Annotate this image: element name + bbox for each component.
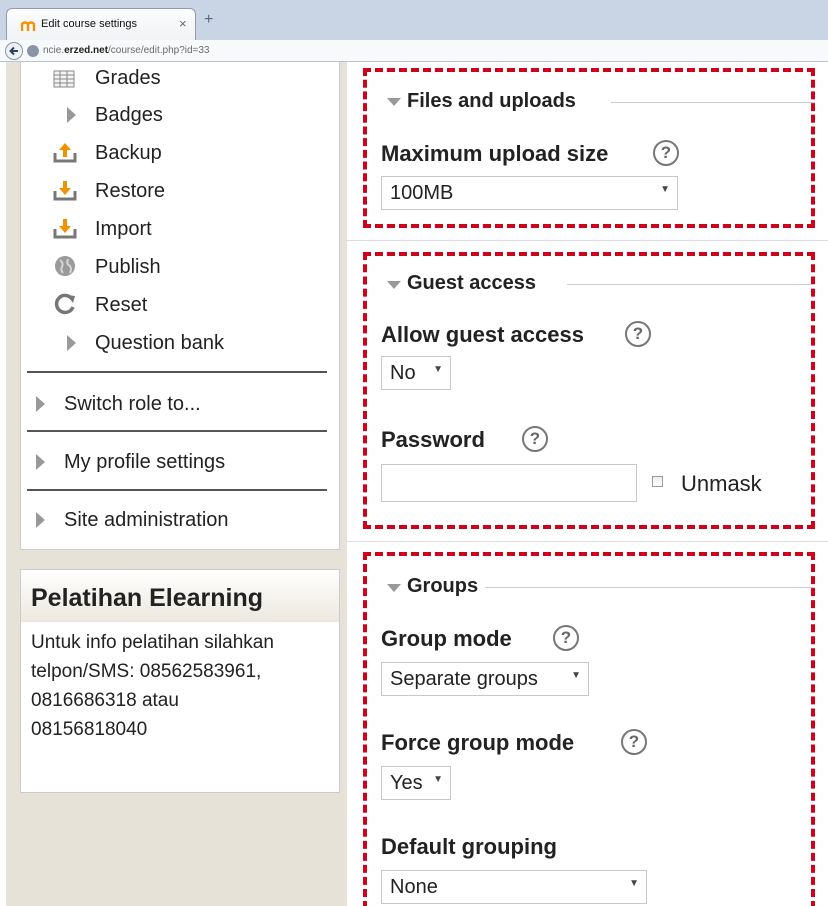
select-value: None <box>390 876 438 898</box>
label-maximum-upload-size: Maximum upload size <box>381 141 609 166</box>
back-button[interactable] <box>5 42 23 60</box>
select-value: Yes <box>390 772 423 794</box>
info-line: 08156818040 <box>31 719 148 740</box>
section-groups: Groups Group mode ? Separate groups ▼ Fo… <box>363 552 815 906</box>
section-guest-access: Guest access Allow guest access ? No ▼ P… <box>363 252 815 529</box>
browser-tabstrip: Edit course settings × + <box>0 0 828 40</box>
section-files-and-uploads: Files and uploads Maximum upload size ? … <box>363 68 815 228</box>
collapse-triangle-icon[interactable] <box>387 98 401 106</box>
collapse-triangle-icon[interactable] <box>387 281 401 289</box>
back-arrow-icon <box>9 46 18 56</box>
sidebar-section-my-profile-settings[interactable]: My profile settings <box>64 451 225 474</box>
info-block-header: Pelatihan Elearning <box>21 570 339 622</box>
tab-title: Edit course settings <box>41 18 137 30</box>
globe-icon <box>55 256 75 276</box>
download-icon <box>53 219 77 239</box>
divider <box>27 371 327 373</box>
select-maximum-upload-size[interactable]: 100MB ▼ <box>381 176 678 210</box>
sidebar-item-restore[interactable]: Restore <box>95 180 165 203</box>
site-identity-icon[interactable] <box>27 45 39 57</box>
select-value: 100MB <box>390 182 454 204</box>
sidebar-section-switch-role[interactable]: Switch role to... <box>64 393 201 416</box>
chevron-down-icon: ▼ <box>571 670 581 681</box>
legend-groups[interactable]: Groups <box>407 575 478 598</box>
info-line: Untuk info pelatihan silahkan <box>31 632 274 653</box>
chevron-down-icon: ▼ <box>629 878 639 889</box>
sidebar-item-publish[interactable]: Publish <box>95 256 161 279</box>
left-column: Grades Badges Backup Restore Import Publ… <box>6 62 347 906</box>
url-text[interactable]: ncie.erzed.net/course/edit.php?id=33 <box>43 45 210 56</box>
password-field[interactable] <box>381 464 637 502</box>
legend-rule <box>567 284 815 285</box>
select-value: No <box>390 362 416 384</box>
reset-icon <box>54 293 75 315</box>
divider <box>347 541 828 542</box>
expand-triangle-icon[interactable] <box>67 335 76 351</box>
grades-table-icon <box>53 70 75 88</box>
label-password: Password <box>381 427 485 452</box>
select-allow-guest-access[interactable]: No ▼ <box>381 356 451 390</box>
address-bar[interactable]: ncie.erzed.net/course/edit.php?id=33 <box>0 40 828 62</box>
select-default-grouping[interactable]: None ▼ <box>381 870 647 904</box>
info-line: 0816686318 atau <box>31 690 179 711</box>
sidebar-item-grades[interactable]: Grades <box>95 67 161 90</box>
upload-icon <box>53 143 77 163</box>
divider <box>27 430 327 432</box>
course-settings-form: Files and uploads Maximum upload size ? … <box>347 62 828 906</box>
select-force-group-mode[interactable]: Yes ▼ <box>381 766 451 800</box>
legend-files-and-uploads[interactable]: Files and uploads <box>407 90 576 113</box>
legend-rule <box>485 587 815 588</box>
sidebar-item-badges[interactable]: Badges <box>95 104 163 127</box>
browser-tab[interactable]: Edit course settings × <box>6 8 196 40</box>
chevron-down-icon: ▼ <box>433 364 443 375</box>
chevron-down-icon: ▼ <box>433 774 443 785</box>
label-group-mode: Group mode <box>381 626 512 651</box>
sidebar-item-backup[interactable]: Backup <box>95 142 162 165</box>
collapse-triangle-icon[interactable] <box>387 584 401 592</box>
unmask-checkbox[interactable] <box>652 476 663 487</box>
label-allow-guest-access: Allow guest access <box>381 322 584 347</box>
help-icon[interactable]: ? <box>522 426 548 452</box>
sidebar-section-site-administration[interactable]: Site administration <box>64 509 229 532</box>
info-block-text: Untuk info pelatihan silahkan telpon/SMS… <box>31 628 331 744</box>
label-unmask[interactable]: Unmask <box>681 471 762 497</box>
new-tab-icon[interactable]: + <box>204 11 213 29</box>
expand-triangle-icon[interactable] <box>36 512 45 528</box>
chevron-down-icon: ▼ <box>660 184 670 195</box>
legend-rule <box>611 102 815 103</box>
help-icon[interactable]: ? <box>625 321 651 347</box>
info-line: telpon/SMS: 08562583961, <box>31 661 262 682</box>
info-block-title: Pelatihan Elearning <box>31 584 264 612</box>
help-icon[interactable]: ? <box>621 729 647 755</box>
tab-close-icon[interactable]: × <box>179 16 187 31</box>
moodle-favicon-icon <box>21 21 36 31</box>
sidebar-item-import[interactable]: Import <box>95 218 152 241</box>
select-group-mode[interactable]: Separate groups ▼ <box>381 662 589 696</box>
divider <box>27 489 327 491</box>
label-force-group-mode: Force group mode <box>381 730 575 755</box>
sidebar-item-reset[interactable]: Reset <box>95 294 147 317</box>
select-value: Separate groups <box>390 668 538 690</box>
divider <box>347 240 828 241</box>
label-default-grouping: Default grouping <box>381 834 557 859</box>
help-icon[interactable]: ? <box>553 625 579 651</box>
info-block: Pelatihan Elearning Untuk info pelatihan… <box>20 569 340 793</box>
expand-triangle-icon[interactable] <box>67 107 76 123</box>
sidebar-item-question-bank[interactable]: Question bank <box>95 332 224 355</box>
administration-block: Grades Badges Backup Restore Import Publ… <box>20 62 340 550</box>
expand-triangle-icon[interactable] <box>36 454 45 470</box>
legend-guest-access[interactable]: Guest access <box>407 272 536 295</box>
download-icon <box>53 181 77 201</box>
help-icon[interactable]: ? <box>653 140 679 166</box>
expand-triangle-icon[interactable] <box>36 396 45 412</box>
